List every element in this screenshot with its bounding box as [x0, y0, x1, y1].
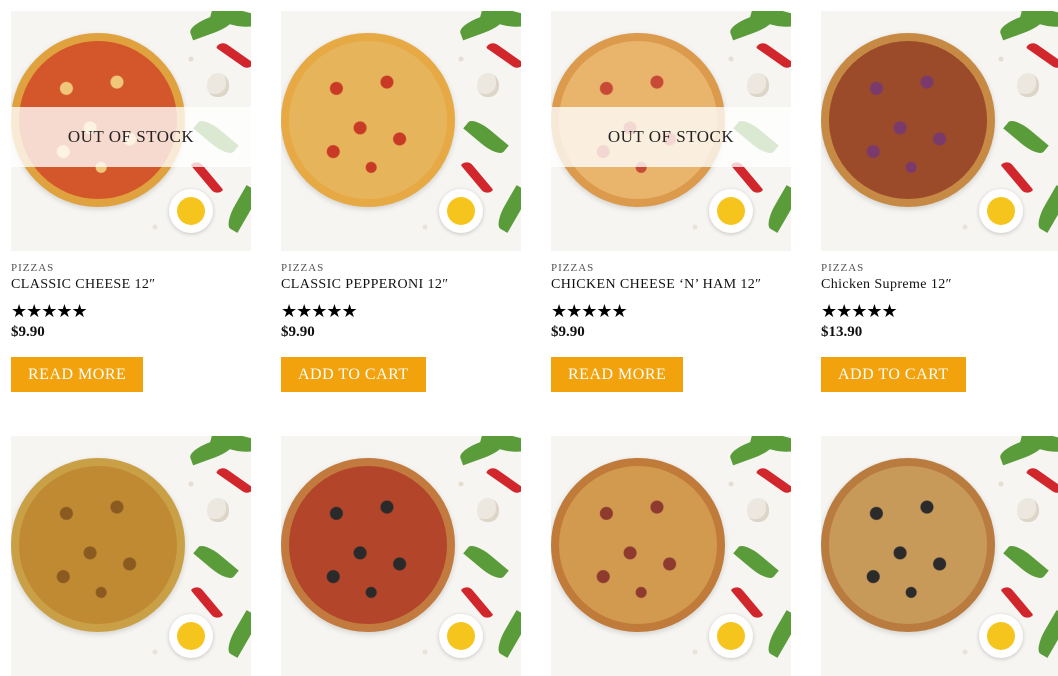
pizza-toppings	[829, 466, 987, 624]
pizza-toppings	[829, 41, 987, 199]
pizza-toppings	[289, 41, 447, 199]
sauce-bowl	[979, 614, 1023, 658]
product-price: $13.90	[821, 324, 863, 340]
sauce-bowl	[709, 189, 753, 233]
product-card: OUT OF STOCK PIZZAS CLASSIC CHEESE 12″ ★★★★…	[11, 11, 251, 392]
product-image[interactable]	[281, 436, 521, 676]
pizza-toppings	[559, 466, 717, 624]
product-price: $9.90	[551, 324, 585, 340]
product-image[interactable]	[11, 436, 251, 676]
product-card: PIZZAS Chicken Supreme 12″ ★★★★★ $13.90 ADD …	[821, 11, 1058, 392]
product-category[interactable]: PIZZAS	[821, 262, 1058, 274]
sauce-bowl	[439, 614, 483, 658]
rating-stars: ★★★★★	[551, 301, 628, 321]
product-image[interactable]	[551, 436, 791, 676]
sauce-bowl	[439, 189, 483, 233]
product-title[interactable]: CLASSIC PEPPERONI 12″	[281, 277, 521, 293]
product-card	[821, 436, 1058, 676]
pizza-photo	[11, 458, 185, 632]
product-image[interactable]	[281, 11, 521, 251]
pizza-photo	[281, 458, 455, 632]
out-of-stock-badge: OUT OF STOCK	[11, 107, 251, 167]
sauce-bowl	[979, 189, 1023, 233]
product-price: $9.90	[281, 324, 315, 340]
garlic-decoration	[477, 498, 499, 522]
sauce-bowl	[709, 614, 753, 658]
garlic-decoration	[747, 498, 769, 522]
add-to-cart-button[interactable]: ADD TO CART	[821, 357, 966, 392]
product-category[interactable]: PIZZAS	[281, 262, 521, 274]
product-category[interactable]: PIZZAS	[551, 262, 791, 274]
product-title[interactable]: Chicken Supreme 12″	[821, 277, 1058, 293]
sauce-bowl	[169, 189, 213, 233]
product-card: OUT OF STOCK PIZZAS CHICKEN CHEESE ‘N’ HAM…	[551, 11, 791, 392]
product-category[interactable]: PIZZAS	[11, 262, 251, 274]
product-price: $9.90	[11, 324, 45, 340]
product-card	[551, 436, 791, 676]
read-more-button[interactable]: READ MORE	[551, 357, 684, 392]
garlic-decoration	[747, 73, 769, 97]
out-of-stock-badge: OUT OF STOCK	[551, 107, 791, 167]
product-card	[281, 436, 521, 676]
garlic-decoration	[1017, 73, 1039, 97]
rating-stars: ★★★★★	[281, 301, 358, 321]
pizza-photo	[821, 458, 995, 632]
rating-stars: ★★★★★	[821, 301, 898, 321]
product-title[interactable]: CLASSIC CHEESE 12″	[11, 277, 251, 293]
garlic-decoration	[207, 73, 229, 97]
pizza-photo	[551, 458, 725, 632]
product-image[interactable]	[821, 11, 1058, 251]
product-card: PIZZAS CLASSIC PEPPERONI 12″ ★★★★★ $9.90 ADD…	[281, 11, 521, 392]
product-card	[11, 436, 251, 676]
pizza-photo	[821, 33, 995, 207]
read-more-button[interactable]: READ MORE	[11, 357, 144, 392]
garlic-decoration	[207, 498, 229, 522]
sauce-bowl	[169, 614, 213, 658]
product-image[interactable]	[821, 436, 1058, 676]
product-title[interactable]: CHICKEN CHEESE ‘N’ HAM 12″	[551, 277, 791, 293]
product-image[interactable]: OUT OF STOCK	[11, 11, 251, 251]
pizza-toppings	[19, 466, 177, 624]
pizza-photo	[281, 33, 455, 207]
rating-stars: ★★★★★	[11, 301, 88, 321]
pizza-toppings	[289, 466, 447, 624]
add-to-cart-button[interactable]: ADD TO CART	[281, 357, 426, 392]
product-image[interactable]: OUT OF STOCK	[551, 11, 791, 251]
garlic-decoration	[477, 73, 499, 97]
garlic-decoration	[1017, 498, 1039, 522]
